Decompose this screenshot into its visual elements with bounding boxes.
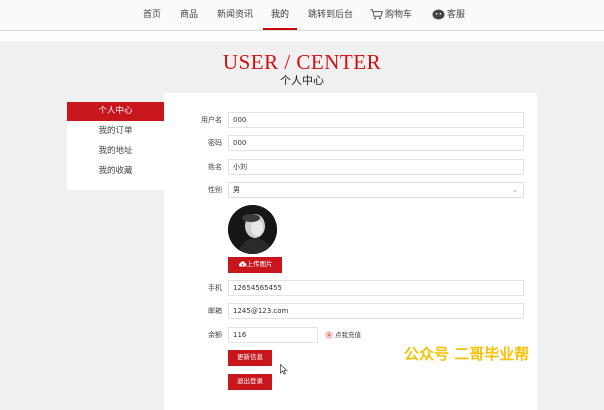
nav-admin[interactable]: 跳转到后台 — [308, 0, 353, 28]
name-label: 姓名 — [208, 163, 222, 171]
recharge-label: 点我充值 — [335, 331, 361, 339]
avatar — [228, 205, 277, 254]
recharge-link[interactable]: ↓ 点我充值 — [325, 329, 361, 341]
balance-label: 余额 — [208, 331, 222, 339]
mouse-cursor-icon — [280, 364, 288, 375]
nav-products[interactable]: 商品 — [180, 0, 198, 28]
page-title-zh: 个人中心 — [280, 74, 324, 87]
balance-field[interactable]: 116 — [228, 327, 318, 343]
logout-button[interactable]: 退出登录 — [228, 374, 272, 390]
cart-icon — [370, 9, 383, 20]
nav-cart-label: 购物车 — [385, 10, 413, 20]
upload-image-button[interactable]: 上传图片 — [228, 257, 282, 273]
gender-value: 男 — [233, 186, 240, 194]
top-navigation: 首页 商品 新闻资讯 我的 跳转到后台 购物车 客服 — [0, 0, 604, 31]
phone-label: 手机 — [208, 284, 222, 292]
nav-mine[interactable]: 我的 — [263, 0, 298, 30]
recharge-icon: ↓ — [325, 331, 333, 339]
nav-cart[interactable]: 购物车 — [370, 0, 412, 28]
wechat-icon — [432, 9, 445, 20]
cloud-upload-icon — [238, 261, 246, 267]
gender-label: 性别 — [208, 186, 222, 194]
email-field[interactable]: 1245@123.com — [228, 303, 524, 319]
chevron-down-icon: ⌄ — [512, 186, 518, 194]
header-band — [0, 31, 604, 41]
sidebar: 个人中心 我的订单 我的地址 我的收藏 — [67, 102, 164, 190]
name-field[interactable]: 小刘 — [228, 159, 524, 175]
password-field[interactable]: 000 — [228, 135, 524, 151]
phone-field[interactable]: 12654565455 — [228, 280, 524, 296]
nav-home[interactable]: 首页 — [143, 0, 161, 28]
gender-select[interactable]: 男 ⌄ — [228, 182, 524, 198]
password-label: 密码 — [208, 139, 222, 147]
update-info-button[interactable]: 更新信息 — [228, 350, 272, 366]
username-field[interactable]: 000 — [228, 112, 524, 128]
nav-service[interactable]: 客服 — [432, 0, 465, 28]
email-label: 邮箱 — [208, 307, 222, 315]
nav-service-label: 客服 — [447, 10, 466, 20]
sidebar-item-favorites[interactable]: 我的收藏 — [67, 162, 164, 181]
nav-news[interactable]: 新闻资讯 — [217, 0, 253, 28]
sidebar-item-address[interactable]: 我的地址 — [67, 142, 164, 161]
watermark-text: 公众号 二哥毕业帮 — [404, 345, 530, 363]
upload-image-label: 上传图片 — [246, 261, 273, 268]
sidebar-item-profile[interactable]: 个人中心 — [67, 102, 164, 121]
avatar-portrait — [228, 205, 277, 254]
username-label: 用户名 — [201, 116, 222, 124]
sidebar-item-orders[interactable]: 我的订单 — [67, 122, 164, 141]
